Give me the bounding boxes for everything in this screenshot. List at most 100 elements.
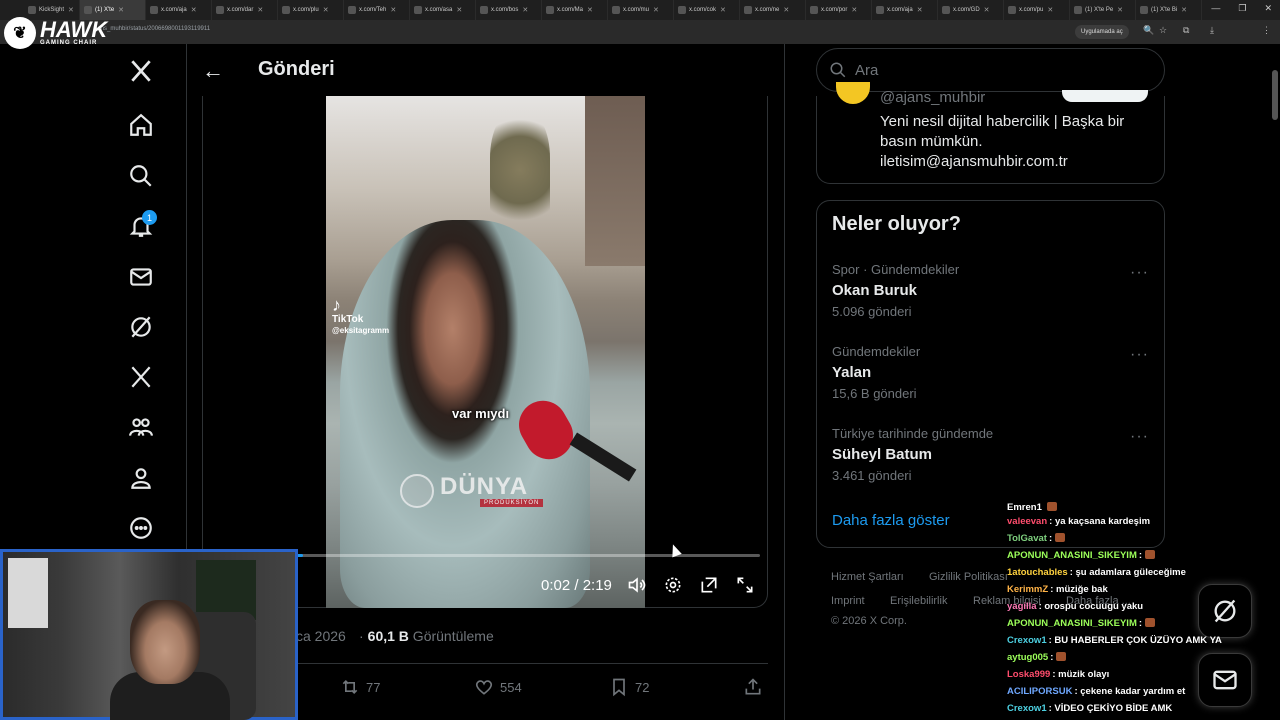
footer-link-privacy[interactable]: Gizlilik Politikası xyxy=(929,571,1008,583)
browser-tab[interactable]: x.com/mu ✕ xyxy=(608,0,674,20)
page-scrollbar[interactable] xyxy=(1272,70,1278,120)
footer-link-terms[interactable]: Hizmet Şartları xyxy=(831,571,904,583)
browser-tab[interactable]: x.com/ne ✕ xyxy=(740,0,806,20)
more-dots-icon[interactable]: ··· xyxy=(1130,264,1149,282)
profile-handle[interactable]: @ajans_muhbir xyxy=(880,89,985,106)
tab-close-icon[interactable]: ✕ xyxy=(783,6,789,14)
chat-username[interactable]: Loska999 xyxy=(1007,669,1050,680)
chat-username[interactable]: yagilla xyxy=(1007,601,1037,612)
tab-close-icon[interactable]: ✕ xyxy=(390,6,396,14)
browser-tab[interactable]: x.com/Ma ✕ xyxy=(542,0,608,20)
grok-floating-button[interactable] xyxy=(1198,584,1252,638)
settings-gear-icon[interactable] xyxy=(661,573,685,597)
browser-tab[interactable]: x.com/aja ✕ xyxy=(872,0,938,20)
post-date[interactable]: ca 2026 xyxy=(296,628,346,644)
profile-icon[interactable] xyxy=(126,463,156,493)
footer-link-imprint[interactable]: Imprint xyxy=(831,595,865,607)
browser-tab[interactable]: x.com/por ✕ xyxy=(806,0,872,20)
browser-tab[interactable]: x.com/Teh ✕ xyxy=(344,0,410,20)
tab-close-icon[interactable]: ✕ xyxy=(68,6,74,14)
hawk-brand: HAWK xyxy=(40,17,108,42)
hawk-brand-sub: GAMING CHAIR xyxy=(40,40,98,46)
share-button[interactable] xyxy=(743,677,763,697)
video-progress-track[interactable] xyxy=(296,554,760,557)
tab-close-icon[interactable]: ✕ xyxy=(1181,6,1187,14)
premium-x-icon[interactable] xyxy=(126,362,156,392)
close-window-icon[interactable]: ✕ xyxy=(1264,3,1272,14)
restore-icon[interactable]: ❐ xyxy=(1238,3,1246,14)
chat-username[interactable]: ACILIPORSUK xyxy=(1007,686,1072,697)
tab-close-icon[interactable]: ✕ xyxy=(257,6,263,14)
tab-close-icon[interactable]: ✕ xyxy=(984,6,990,14)
more-dots-icon[interactable]: ··· xyxy=(1130,346,1149,364)
x-logo-icon[interactable] xyxy=(126,56,156,86)
open-in-app-button[interactable]: Uygulamada aç xyxy=(1075,25,1129,39)
bookmark-button[interactable]: 72 xyxy=(609,677,649,697)
chat-text: : BU HABERLER ÇOK ÜZÜYO AMK YA xyxy=(1048,635,1222,646)
chat-username[interactable]: TolGavat xyxy=(1007,533,1047,544)
browser-tab[interactable]: x.com/pu ✕ xyxy=(1004,0,1070,20)
more-dots-icon[interactable]: ··· xyxy=(1130,428,1149,446)
tab-close-icon[interactable]: ✕ xyxy=(587,6,593,14)
trend-item[interactable]: Spor · Gündemdekiler Okan Buruk 5.096 gö… xyxy=(832,262,1152,319)
back-arrow-icon[interactable]: ← xyxy=(202,58,224,84)
fullscreen-icon[interactable] xyxy=(733,573,757,597)
tab-close-icon[interactable]: ✕ xyxy=(653,6,659,14)
tab-close-icon[interactable]: ✕ xyxy=(917,6,923,14)
chat-emote-icon xyxy=(1145,550,1156,559)
tab-close-icon[interactable]: ✕ xyxy=(1117,6,1123,14)
browser-tab[interactable]: x.com/GD ✕ xyxy=(938,0,1004,20)
browser-tab[interactable]: x.com/bos ✕ xyxy=(476,0,542,20)
browser-tab[interactable]: x.com/aja ✕ xyxy=(146,0,212,20)
chat-username[interactable]: APONUN_ANASINI_SIKEYIM xyxy=(1007,618,1137,629)
browser-tab[interactable]: x.com/dar ✕ xyxy=(212,0,278,20)
tab-close-icon[interactable]: ✕ xyxy=(118,6,124,14)
bookmark-star-icon[interactable]: ☆ xyxy=(1159,25,1167,36)
chat-username[interactable]: Crexow1 xyxy=(1007,635,1047,646)
messages-envelope-icon[interactable] xyxy=(126,262,156,292)
search-icon[interactable] xyxy=(126,161,156,191)
browser-tab[interactable]: x.com/asa ✕ xyxy=(410,0,476,20)
extensions-icon[interactable]: ⧉ xyxy=(1183,25,1189,36)
browser-url[interactable]: jans_muhbir/status/2006698001193119911 xyxy=(96,26,210,32)
chat-username[interactable]: Emren1 xyxy=(1007,502,1042,513)
browser-tab[interactable]: (1) X'te Bi ✕ xyxy=(1136,0,1202,20)
chat-username[interactable]: Crexow1 xyxy=(1007,703,1047,714)
tab-close-icon[interactable]: ✕ xyxy=(191,6,197,14)
chat-message: Emren1 xyxy=(1007,502,1057,513)
chat-username[interactable]: APONUN_ANASINI_SIKEYIM xyxy=(1007,550,1137,561)
messages-floating-button[interactable] xyxy=(1198,653,1252,707)
chat-text: : ya kaçsana kardeşim xyxy=(1049,516,1151,527)
zoom-icon[interactable]: 🔍 xyxy=(1143,25,1154,36)
retweet-button[interactable]: 77 xyxy=(340,677,380,697)
tab-close-icon[interactable]: ✕ xyxy=(851,6,857,14)
download-icon[interactable]: ⤓ xyxy=(1210,25,1214,36)
browser-menu-icon[interactable]: ⋮ xyxy=(1262,25,1271,36)
chat-username[interactable]: KerimmZ xyxy=(1007,584,1048,595)
show-more-link[interactable]: Daha fazla göster xyxy=(832,512,950,529)
search-input[interactable] xyxy=(855,61,1135,79)
tab-close-icon[interactable]: ✕ xyxy=(522,6,528,14)
browser-tab[interactable]: x.com/cok ✕ xyxy=(674,0,740,20)
volume-icon[interactable] xyxy=(625,573,649,597)
tab-close-icon[interactable]: ✕ xyxy=(323,6,329,14)
browser-tab[interactable]: x.com/plu ✕ xyxy=(278,0,344,20)
chat-username[interactable]: 1atouchables xyxy=(1007,567,1068,578)
tab-close-icon[interactable]: ✕ xyxy=(456,6,462,14)
follow-button[interactable] xyxy=(1062,90,1148,102)
picture-in-picture-icon[interactable] xyxy=(697,573,721,597)
minimize-icon[interactable]: — xyxy=(1211,3,1220,14)
like-button[interactable]: 554 xyxy=(474,677,522,697)
trend-item[interactable]: Gündemdekiler Yalan 15,6 B gönderi xyxy=(832,344,1152,401)
tab-close-icon[interactable]: ✕ xyxy=(1047,6,1053,14)
grok-icon[interactable] xyxy=(126,312,156,342)
tab-close-icon[interactable]: ✕ xyxy=(720,6,726,14)
browser-tab[interactable]: (1) X'te Pe ✕ xyxy=(1070,0,1136,20)
trend-item[interactable]: Türkiye tarihinde gündemde Süheyl Batum … xyxy=(832,426,1152,483)
more-options-icon[interactable] xyxy=(126,513,156,543)
chat-username[interactable]: aytug005 xyxy=(1007,652,1048,663)
chat-username[interactable]: valeevan xyxy=(1007,516,1047,527)
communities-icon[interactable] xyxy=(126,412,156,442)
home-icon[interactable] xyxy=(126,110,156,140)
footer-link-accessibility[interactable]: Erişilebilirlik xyxy=(890,595,947,607)
